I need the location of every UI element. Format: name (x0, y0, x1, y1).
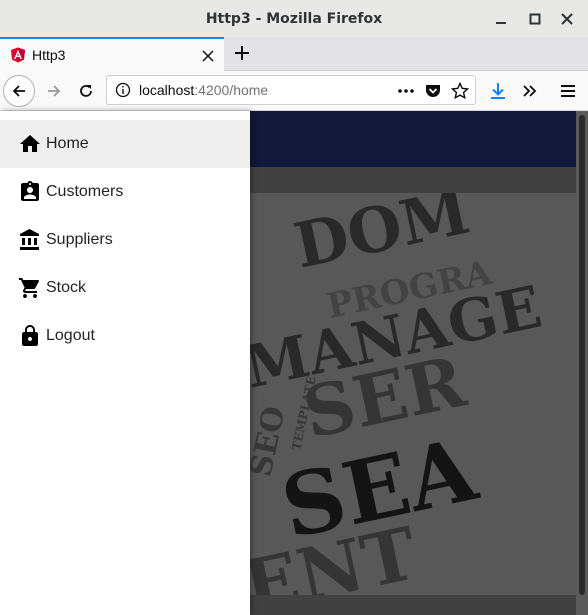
page-actions-icon[interactable] (397, 83, 415, 99)
forward-button[interactable] (38, 75, 70, 107)
hamburger-menu-button[interactable] (552, 75, 584, 107)
angular-logo-icon (11, 47, 25, 63)
reload-button[interactable] (70, 75, 102, 107)
tab-http3[interactable]: Http3 (0, 37, 224, 71)
tab-strip: Http3 (0, 37, 588, 71)
sidenav-item-logout[interactable]: Logout (0, 312, 250, 360)
new-tab-button[interactable] (230, 41, 254, 65)
close-window-icon[interactable] (556, 8, 578, 30)
reload-icon (80, 85, 92, 97)
minimize-icon[interactable] (490, 8, 512, 30)
side-navigation: Home Customers Suppliers Stock Logout (0, 111, 250, 615)
double-chevron-right-icon (523, 85, 537, 97)
bookmark-star-icon[interactable] (451, 82, 469, 100)
window-titlebar: Http3 - Mozilla Firefox (0, 0, 588, 37)
downloads-button[interactable] (482, 75, 514, 107)
url-host: localhost (139, 82, 195, 98)
arrow-left-icon (12, 85, 25, 97)
backdrop-overlay[interactable] (250, 111, 588, 615)
scrollbar[interactable] (576, 111, 588, 615)
tab-label: Http3 (32, 47, 66, 63)
back-button[interactable] (3, 75, 35, 107)
scrollbar-thumb[interactable] (579, 115, 585, 595)
sidenav-item-home[interactable]: Home (0, 120, 250, 168)
close-tab-icon[interactable] (202, 46, 214, 66)
home-icon (20, 135, 40, 152)
lock-icon (22, 325, 38, 346)
sidenav-item-label: Stock (46, 279, 87, 296)
pocket-icon[interactable] (425, 83, 441, 99)
sidenav-item-label: Home (46, 135, 89, 152)
download-arrow-icon (491, 83, 505, 99)
window-title: Http3 - Mozilla Firefox (205, 10, 383, 27)
sidenav-item-suppliers[interactable]: Suppliers (0, 216, 250, 264)
url-bar[interactable]: localhost:4200/home (106, 75, 476, 105)
contact-badge-icon (21, 181, 39, 201)
arrow-right-icon (48, 85, 61, 97)
info-icon[interactable] (115, 82, 131, 98)
sidenav-item-label: Customers (46, 183, 124, 200)
sidenav-item-label: Logout (46, 327, 95, 344)
url-path: :4200/home (194, 82, 269, 98)
sidenav-item-stock[interactable]: Stock (0, 264, 250, 312)
shopping-cart-icon (19, 278, 40, 298)
navigation-toolbar: localhost:4200/home (0, 71, 588, 111)
hamburger-icon (561, 85, 575, 97)
maximize-icon[interactable] (524, 8, 546, 30)
overflow-menu-button[interactable] (514, 75, 546, 107)
sidenav-item-customers[interactable]: Customers (0, 168, 250, 216)
bank-icon (20, 229, 39, 250)
sidenav-item-label: Suppliers (46, 231, 113, 248)
plus-icon (235, 46, 249, 60)
